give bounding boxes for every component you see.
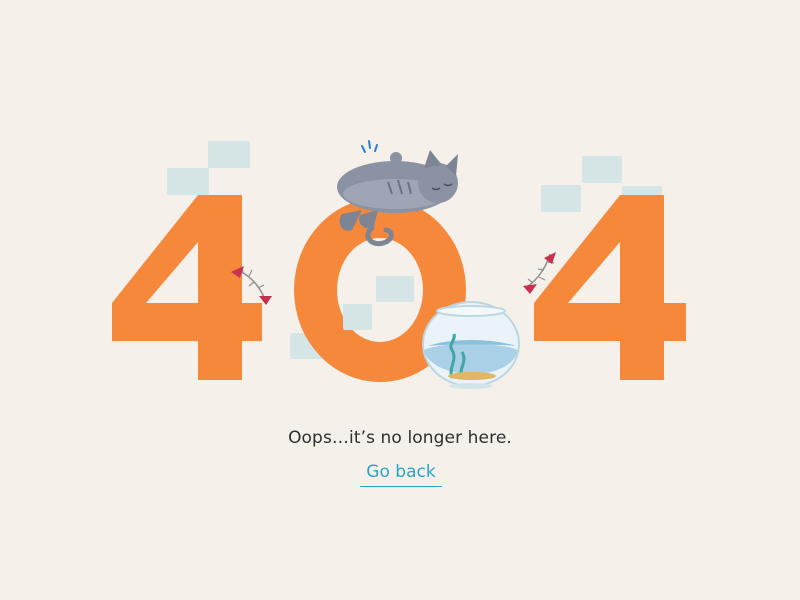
- error-message: Oops…it’s no longer here.: [288, 428, 512, 448]
- fishbowl-icon: [422, 301, 520, 389]
- go-back-link[interactable]: Go back: [360, 460, 442, 487]
- error-404-illustration: [112, 140, 686, 389]
- not-found-page: Oops…it’s no longer here. Go back: [0, 0, 800, 600]
